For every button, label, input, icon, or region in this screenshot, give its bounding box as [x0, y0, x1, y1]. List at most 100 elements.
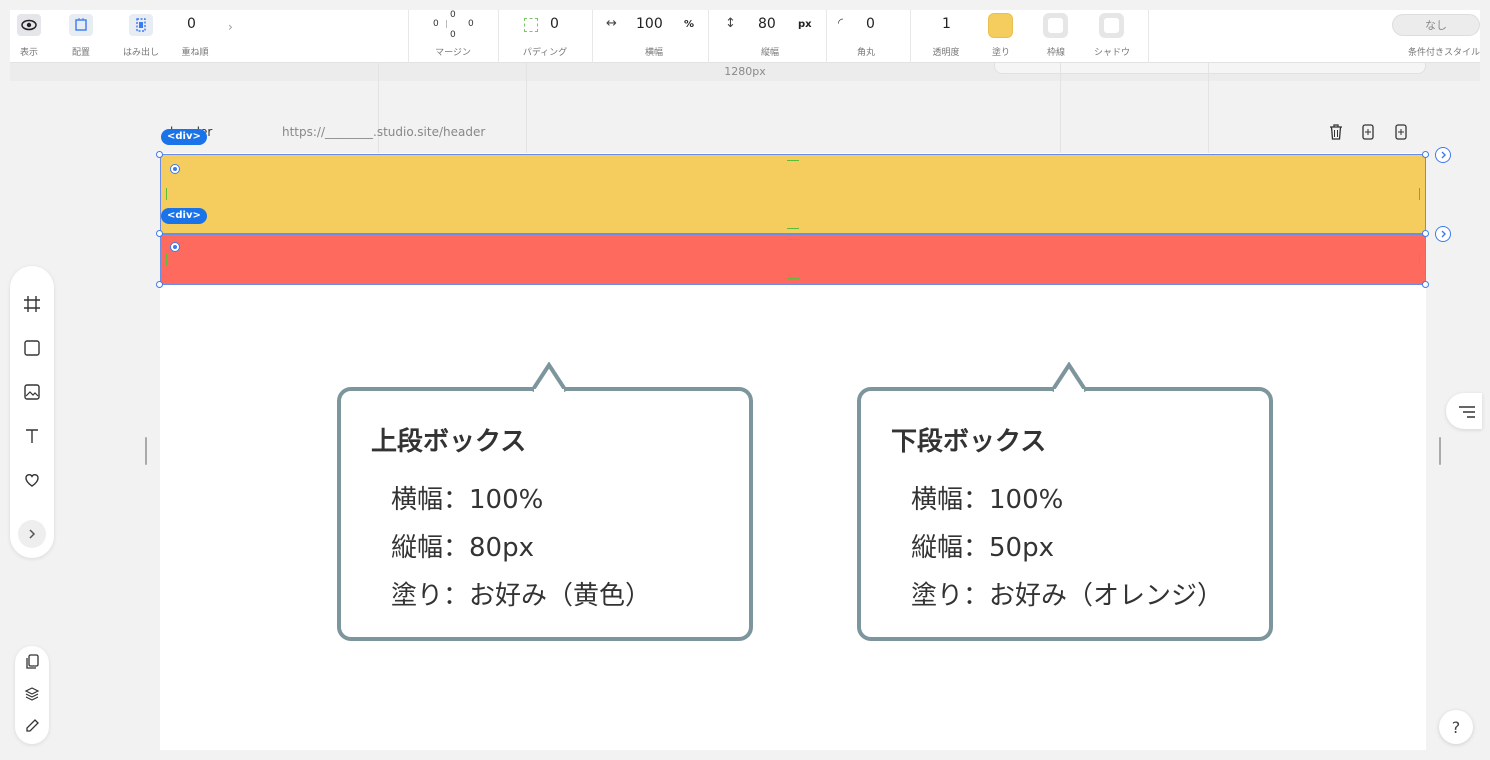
resize-handle[interactable] — [1422, 151, 1429, 158]
chevron-right-icon[interactable] — [18, 520, 46, 548]
view-label: 表示 — [19, 48, 38, 58]
origin-marker — [170, 242, 180, 252]
margin-tool[interactable]: 0 0 0 0 マージン — [420, 10, 486, 63]
callout-pointer — [532, 362, 566, 392]
frame-url[interactable]: https://________.studio.site/header — [282, 125, 485, 139]
order-value[interactable]: 0 — [187, 16, 196, 32]
frame-header: header https://________.studio.site/head… — [160, 122, 1426, 146]
top-toolbar: 表示 配置 はみ出し 0 重ね順 › 0 0 0 0 マージン 0 パディング … — [10, 10, 1480, 63]
width-unit[interactable]: % — [684, 19, 694, 30]
radius-tool[interactable]: ◜ 0 角丸 — [836, 10, 896, 63]
resize-handle[interactable] — [156, 230, 163, 237]
text-icon[interactable] — [22, 426, 42, 446]
height-label: 縦幅 — [760, 48, 779, 58]
callout-pointer — [1052, 362, 1086, 392]
opacity-label: 透明度 — [932, 48, 960, 58]
corner-icon: ◜ — [838, 16, 844, 31]
outline-panel-toggle[interactable] — [1446, 393, 1482, 429]
resize-handle[interactable] — [156, 151, 163, 158]
duplicate-icon[interactable] — [1358, 122, 1378, 142]
callout-width: 横幅：100% — [391, 485, 544, 515]
top-box[interactable] — [160, 154, 1426, 234]
callout-fill: 塗り：お好み（オレンジ） — [911, 581, 1224, 611]
resize-handle[interactable] — [1422, 230, 1429, 237]
bottom-box[interactable] — [160, 234, 1426, 285]
callout-title: 下段ボックス — [891, 427, 1047, 457]
shadow-tool[interactable]: シャドウ — [1090, 10, 1134, 63]
layers-icon[interactable] — [24, 686, 40, 706]
heart-icon[interactable] — [22, 470, 42, 490]
width-tool[interactable]: ↔ 100 % 横幅 — [604, 10, 704, 63]
callout-fill: 塗り：お好み（黄色） — [391, 581, 652, 611]
resize-handle[interactable] — [1422, 281, 1429, 288]
layout-tool[interactable]: 配置 — [66, 10, 96, 63]
right-resize-bar[interactable] — [1439, 437, 1441, 465]
height-unit[interactable]: px — [798, 19, 812, 30]
layout-icon — [69, 14, 93, 36]
outline-icon — [1458, 404, 1476, 423]
callout-width: 横幅：100% — [911, 485, 1064, 515]
height-tool[interactable]: ↕ 80 px 縦幅 — [720, 10, 820, 63]
radius-label: 角丸 — [856, 48, 875, 58]
shadow-swatch[interactable] — [1099, 13, 1124, 38]
radius-value[interactable]: 0 — [866, 16, 875, 32]
eye-icon — [17, 14, 41, 36]
opacity-value[interactable]: 1 — [942, 16, 951, 32]
opacity-tool[interactable]: 1 透明度 — [928, 10, 964, 63]
condition-tool[interactable]: なし 条件付きスタイル — [1382, 10, 1480, 63]
border-swatch[interactable] — [1043, 13, 1068, 38]
order-tool[interactable]: 0 重ね順 — [175, 10, 215, 63]
border-tool[interactable]: 枠線 — [1041, 10, 1071, 63]
pages-icon[interactable] — [24, 654, 40, 674]
rect-icon[interactable] — [22, 338, 42, 358]
origin-marker — [170, 164, 180, 174]
callout-top-box: 上段ボックス 横幅：100% 縦幅：80px 塗り：お好み（黄色） — [337, 362, 753, 641]
width-value[interactable]: 100 — [636, 16, 663, 32]
width-label: 横幅 — [644, 48, 663, 58]
pen-icon[interactable] — [24, 718, 40, 738]
fill-swatch[interactable] — [988, 13, 1013, 38]
layout-label: 配置 — [71, 48, 90, 58]
order-label: 重ね順 — [181, 48, 209, 58]
resize-handle[interactable] — [156, 281, 163, 288]
padding-label: パディング — [522, 48, 568, 58]
margin-bottom-value[interactable]: 0 — [450, 30, 456, 40]
overflow-label: はみ出し — [122, 48, 159, 58]
margin-right-value[interactable]: 0 — [468, 19, 474, 29]
chevron-right-icon[interactable] — [1435, 226, 1451, 242]
margin-label: マージン — [435, 48, 471, 58]
callout-bottom-box: 下段ボックス 横幅：100% 縦幅：50px 塗り：お好み（オレンジ） — [857, 362, 1273, 641]
chevron-right-icon[interactable]: › — [228, 20, 233, 34]
frame-icon[interactable] — [22, 294, 42, 314]
width-ruler: 1280px — [10, 63, 1480, 81]
callout-height: 縦幅：80px — [391, 533, 534, 563]
left-resize-bar[interactable] — [145, 437, 147, 465]
padding-tool[interactable]: 0 パディング — [510, 10, 580, 63]
callout-height: 縦幅：50px — [911, 533, 1054, 563]
left-toolbar — [10, 266, 54, 558]
add-icon[interactable] — [1391, 122, 1411, 142]
image-icon[interactable] — [22, 382, 42, 402]
top-element-badge[interactable]: <div> — [161, 129, 207, 145]
horizontal-arrow-icon: ↔ — [606, 16, 617, 31]
condition-label: 条件付きスタイル — [1407, 48, 1480, 58]
trash-icon[interactable] — [1326, 122, 1346, 142]
chevron-right-icon[interactable] — [1435, 147, 1451, 163]
padding-icon — [524, 18, 538, 32]
callout-title: 上段ボックス — [371, 427, 527, 457]
condition-select[interactable]: なし — [1392, 14, 1480, 36]
help-button[interactable]: ? — [1439, 710, 1473, 744]
shadow-label: シャドウ — [1093, 48, 1130, 58]
margin-left-value[interactable]: 0 — [433, 19, 439, 29]
view-tool[interactable]: 表示 — [16, 10, 42, 63]
height-value[interactable]: 80 — [758, 16, 776, 32]
left-bottom-toolbar — [15, 646, 49, 744]
bottom-element-badge[interactable]: <div> — [161, 208, 207, 224]
overflow-tool[interactable]: はみ出し — [116, 10, 166, 63]
fill-label: 塗り — [991, 48, 1010, 58]
fill-tool[interactable]: 塗り — [986, 10, 1016, 63]
margin-top-value[interactable]: 0 — [450, 10, 456, 20]
overflow-icon — [129, 14, 153, 36]
padding-value[interactable]: 0 — [550, 16, 559, 32]
border-label: 枠線 — [1046, 48, 1065, 58]
